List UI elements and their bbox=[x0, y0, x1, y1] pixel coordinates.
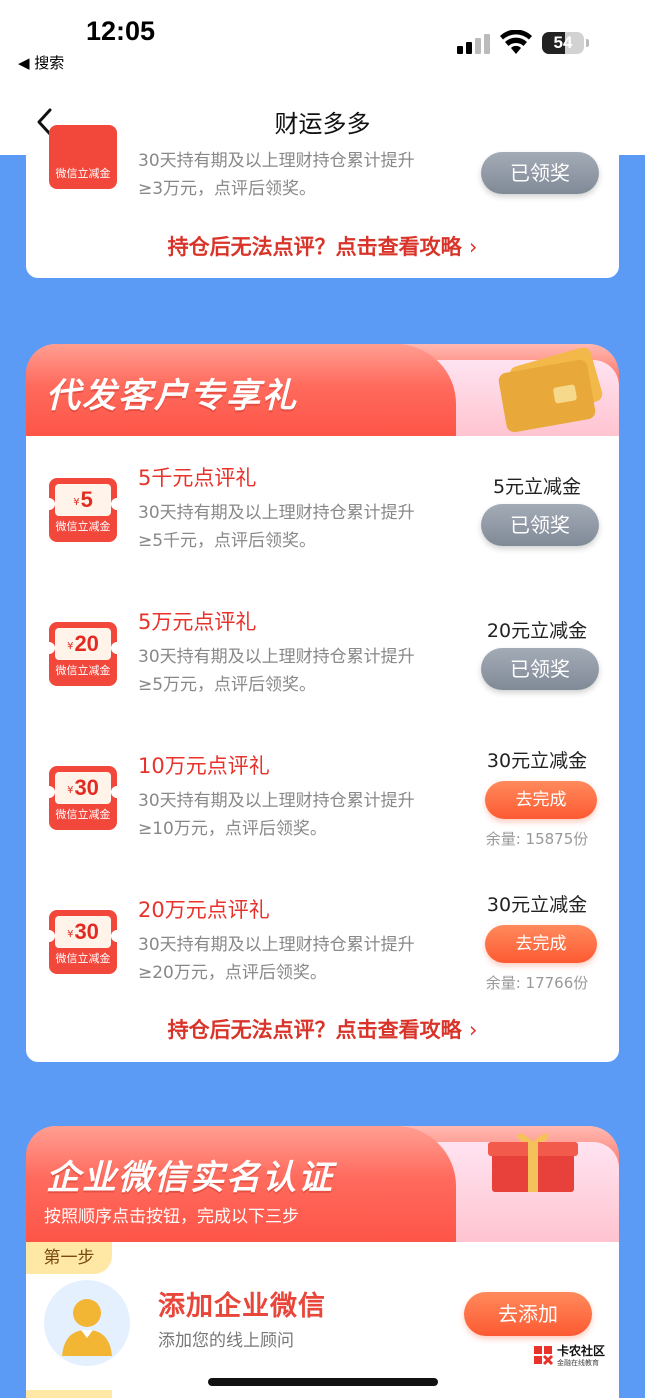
cellular-signal-icon bbox=[457, 34, 493, 54]
coupon-label: 微信立减金 bbox=[55, 952, 111, 965]
item-desc: 30天持有期及以上理财持仓累计提升 ≥3万元，点评后领奖。 bbox=[138, 147, 458, 203]
coupon-badge: ¥30 微信立减金 bbox=[47, 766, 119, 830]
item-desc: 30天持有期及以上理财持仓累计提升 ≥20万元，点评后领奖。 bbox=[138, 931, 458, 987]
coupon-currency: ¥ bbox=[67, 785, 74, 796]
step-title: 添加企业微信 bbox=[158, 1291, 326, 1322]
section-header-wecom: 企业微信实名认证 按照顺序点击按钮，完成以下三步 bbox=[26, 1126, 619, 1244]
battery-icon: 54 bbox=[542, 32, 584, 54]
status-time: 12:05 bbox=[86, 16, 156, 46]
previous-section-card: 微信立减金 30天持有期及以上理财持仓累计提升 ≥3万元，点评后领奖。 已领奖 … bbox=[26, 125, 619, 278]
item-title: 20万元点评礼 bbox=[138, 898, 270, 922]
add-wecom-button[interactable]: 去添加 bbox=[464, 1292, 592, 1336]
go-complete-button[interactable]: 去完成 bbox=[485, 781, 597, 819]
item-desc-line: 30天持有期及以上理财持仓累计提升 bbox=[138, 503, 415, 523]
item-reward: 20元立减金 bbox=[486, 620, 588, 642]
guide-link[interactable]: 持仓后无法点评？点击查看攻略 › bbox=[26, 1014, 619, 1044]
advisor-avatar-icon bbox=[44, 1280, 130, 1366]
coupon-label: 微信立减金 bbox=[55, 808, 111, 821]
coupon-currency: ¥ bbox=[67, 641, 74, 652]
coupon-label: 微信立减金 bbox=[55, 664, 111, 677]
coupon-badge: ¥20 微信立减金 bbox=[47, 622, 119, 686]
item-desc-line: ≥3万元，点评后领奖。 bbox=[138, 179, 317, 199]
go-complete-button[interactable]: 去完成 bbox=[485, 925, 597, 963]
item-desc: 30天持有期及以上理财持仓累计提升 ≥5千元，点评后领奖。 bbox=[138, 499, 458, 555]
coupon-currency: ¥ bbox=[67, 929, 74, 940]
back-to-app-link[interactable]: ◀ 搜索 bbox=[18, 52, 64, 73]
coupon-label: 微信立减金 bbox=[55, 167, 111, 180]
bank-card-icon bbox=[498, 348, 603, 433]
stock-remaining: 余量: 17766份 bbox=[485, 974, 589, 992]
guide-link-text: 持仓后无法点评？点击查看攻略 bbox=[167, 235, 462, 259]
claimed-button[interactable]: 已领奖 bbox=[481, 504, 599, 546]
stock-remaining: 余量: 15875份 bbox=[485, 830, 589, 848]
battery-level: 54 bbox=[553, 33, 573, 52]
item-reward: 30元立减金 bbox=[486, 894, 588, 916]
wifi-icon bbox=[500, 30, 532, 54]
item-desc-line: ≥5万元，点评后领奖。 bbox=[138, 675, 317, 695]
step2-tag bbox=[26, 1390, 112, 1398]
item-desc-line: 30天持有期及以上理财持仓累计提升 bbox=[138, 151, 415, 171]
step-tag: 第一步 bbox=[26, 1242, 112, 1274]
item-reward: 30元立减金 bbox=[486, 750, 588, 772]
coupon-badge: ¥30 微信立减金 bbox=[47, 910, 119, 974]
step-desc: 添加您的线上顾问 bbox=[158, 1331, 294, 1351]
chevron-right-icon: › bbox=[468, 235, 478, 259]
gift-box-icon bbox=[488, 1133, 578, 1192]
watermark-subtext: 金融在线教育 bbox=[557, 1359, 599, 1367]
coupon-label: 微信立减金 bbox=[55, 520, 111, 533]
coupon-amount: 30 bbox=[74, 775, 99, 800]
item-desc-line: 30天持有期及以上理财持仓累计提升 bbox=[138, 791, 415, 811]
watermark-logo-icon bbox=[534, 1346, 554, 1366]
item-title: 5万元点评礼 bbox=[138, 610, 257, 634]
item-desc-line: ≥10万元，点评后领奖。 bbox=[138, 819, 327, 839]
item-desc-line: 30天持有期及以上理财持仓累计提升 bbox=[138, 647, 415, 667]
coupon-amount: 20 bbox=[74, 631, 99, 656]
guide-link[interactable]: 持仓后无法点评？点击查看攻略 › bbox=[26, 231, 619, 261]
section-header-daifa: 代发客户专享礼 bbox=[26, 344, 619, 438]
item-title: 5千元点评礼 bbox=[138, 466, 257, 490]
item-desc-line: ≥20万元，点评后领奖。 bbox=[138, 963, 327, 983]
item-desc-line: 30天持有期及以上理财持仓累计提升 bbox=[138, 935, 415, 955]
item-desc-line: ≥5千元，点评后领奖。 bbox=[138, 531, 317, 551]
section-subtitle: 按照顺序点击按钮，完成以下三步 bbox=[44, 1207, 299, 1227]
coupon-amount: 30 bbox=[74, 919, 99, 944]
item-desc: 30天持有期及以上理财持仓累计提升 ≥5万元，点评后领奖。 bbox=[138, 643, 458, 699]
section-title: 代发客户专享礼 bbox=[46, 376, 298, 416]
guide-link-text: 持仓后无法点评？点击查看攻略 bbox=[167, 1018, 462, 1042]
home-indicator[interactable] bbox=[208, 1378, 438, 1386]
coupon-badge: ¥5 微信立减金 bbox=[47, 478, 119, 542]
claimed-button[interactable]: 已领奖 bbox=[481, 152, 599, 194]
item-reward: 5元立减金 bbox=[492, 476, 582, 498]
item-title: 10万元点评礼 bbox=[138, 754, 270, 778]
daifa-gift-card: ¥5 微信立减金 5千元点评礼 30天持有期及以上理财持仓累计提升 ≥5千元，点… bbox=[26, 436, 619, 1062]
status-bar: 12:05 ◀ 搜索 54 bbox=[0, 0, 645, 90]
watermark: 卡农社区 金融在线教育 bbox=[532, 1342, 612, 1372]
battery-tip bbox=[586, 39, 589, 47]
chevron-right-icon: › bbox=[468, 1018, 478, 1042]
item-desc: 30天持有期及以上理财持仓累计提升 ≥10万元，点评后领奖。 bbox=[138, 787, 458, 843]
section-title: 企业微信实名认证 bbox=[46, 1158, 334, 1198]
coupon-currency: ¥ bbox=[73, 497, 80, 508]
coupon-amount: 5 bbox=[80, 487, 93, 512]
coupon-badge: 微信立减金 bbox=[49, 125, 117, 189]
watermark-text: 卡农社区 bbox=[557, 1344, 606, 1358]
claimed-button[interactable]: 已领奖 bbox=[481, 648, 599, 690]
